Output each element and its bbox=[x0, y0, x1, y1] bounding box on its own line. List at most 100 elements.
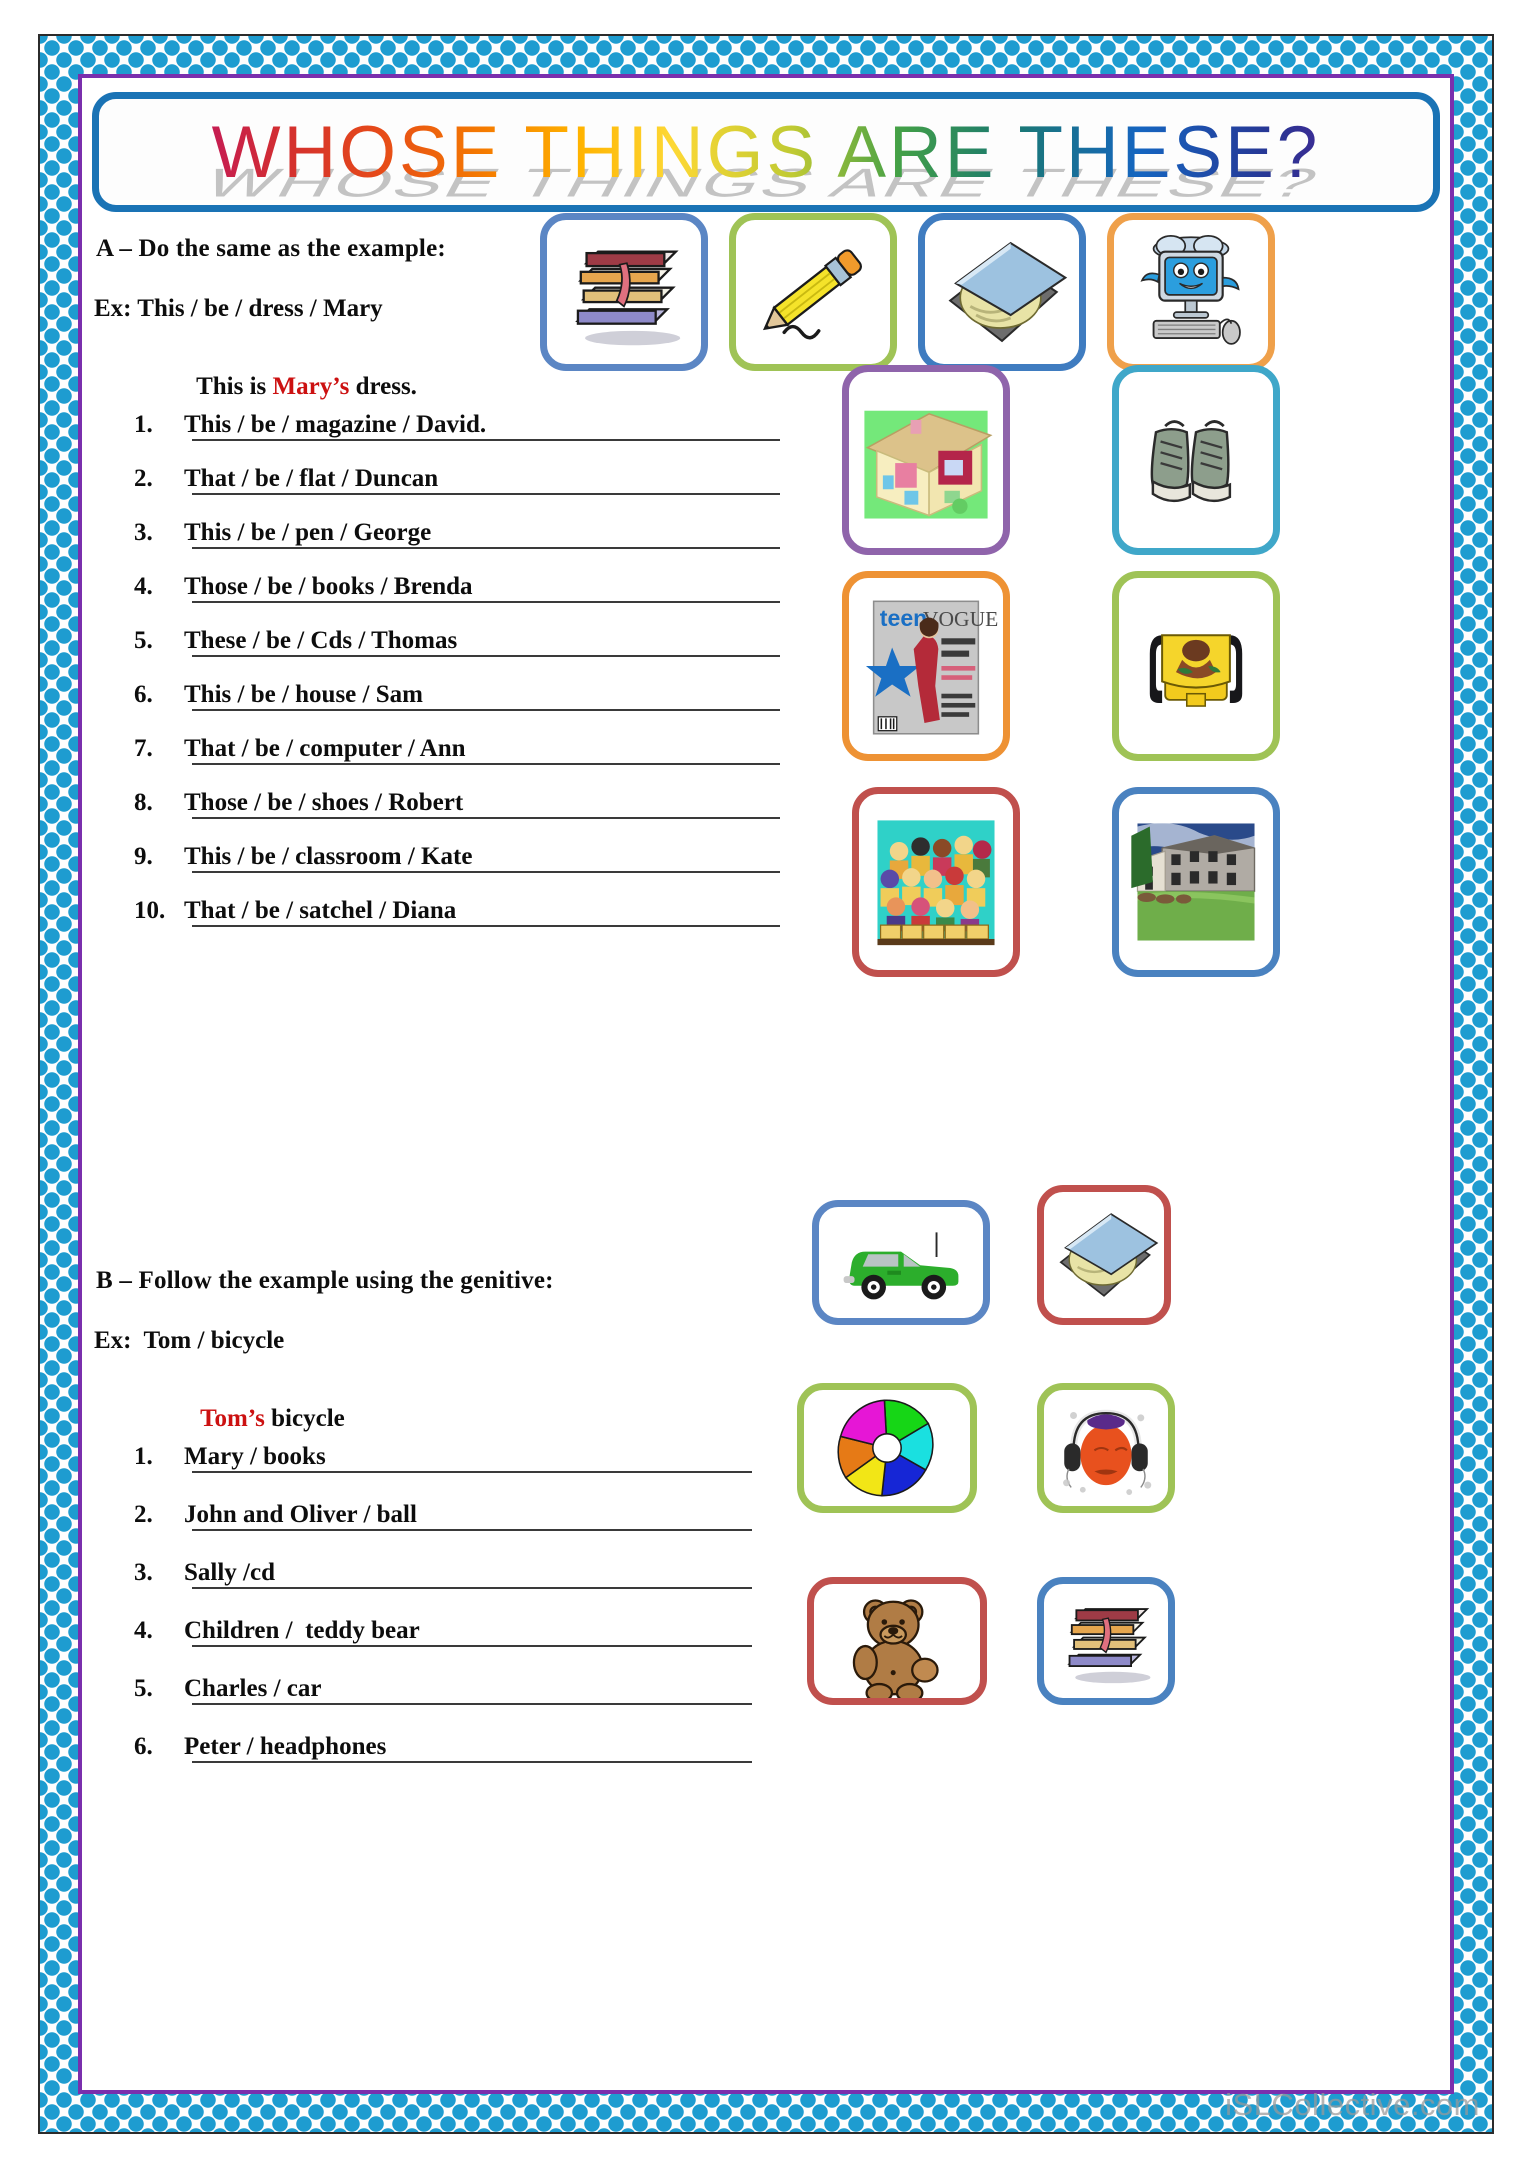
section-a-example-prompt: Ex: This / be / dress / Mary bbox=[94, 295, 383, 322]
answer-line[interactable] bbox=[192, 439, 780, 441]
section-a-heading: A – Do the same as the example: bbox=[96, 235, 446, 262]
toy-house-icon bbox=[864, 410, 993, 519]
question-text: Charles / car bbox=[184, 1675, 322, 1702]
question-row: 10. That / be / satchel / Diana bbox=[134, 897, 754, 925]
question-number: 7. bbox=[134, 735, 153, 762]
question-number: 5. bbox=[134, 1675, 153, 1702]
question-number: 3. bbox=[134, 519, 153, 546]
answer-line[interactable] bbox=[192, 871, 780, 873]
question-item: 9. This / be / classroom / Kate bbox=[134, 843, 780, 873]
question-text: Mary / books bbox=[184, 1443, 326, 1470]
books-icon bbox=[1067, 1608, 1151, 1684]
question-item: 5. Charles / car bbox=[134, 1675, 752, 1705]
flats-icon bbox=[1131, 823, 1256, 941]
picture-card-sneakers bbox=[1112, 365, 1280, 555]
picture-card-books-bottom bbox=[1037, 1577, 1175, 1705]
answer-line[interactable] bbox=[192, 1471, 752, 1473]
question-row: 1. Mary / books bbox=[134, 1443, 734, 1471]
worksheet-page: WHOSE THINGS ARE THESE? WHOSE THINGS ARE… bbox=[0, 0, 1532, 2167]
computer-icon bbox=[1140, 234, 1241, 345]
question-text: This / be / pen / George bbox=[184, 519, 432, 546]
answer-line[interactable] bbox=[192, 925, 780, 927]
headphones-icon bbox=[1063, 1409, 1152, 1495]
question-row: 2. John and Oliver / ball bbox=[134, 1501, 734, 1529]
answer-line[interactable] bbox=[192, 1529, 752, 1531]
question-text: That / be / computer / Ann bbox=[184, 735, 466, 762]
question-text: That / be / satchel / Diana bbox=[184, 897, 457, 924]
question-row: 7. That / be / computer / Ann bbox=[134, 735, 754, 763]
satchel-icon bbox=[1149, 634, 1243, 707]
question-row: 3. Sally /cd bbox=[134, 1559, 734, 1587]
answer-line[interactable] bbox=[192, 817, 780, 819]
answer-line[interactable] bbox=[192, 1645, 752, 1647]
question-row: 8. Those / be / shoes / Robert bbox=[134, 789, 754, 817]
question-number: 10. bbox=[134, 897, 166, 924]
question-row: 1. This / be / magazine / David. bbox=[134, 411, 754, 439]
example-answer-highlight: Mary’s bbox=[272, 373, 350, 400]
picture-card-computer bbox=[1107, 213, 1275, 371]
watermark: iSLCollective.com bbox=[1225, 2087, 1480, 2122]
question-row: 9. This / be / classroom / Kate bbox=[134, 843, 754, 871]
picture-card-cd-drive-top bbox=[918, 213, 1086, 371]
question-number: 6. bbox=[134, 1733, 153, 1760]
answer-line[interactable] bbox=[192, 709, 780, 711]
magazine-icon: teen VOGUE bbox=[865, 600, 998, 735]
question-row: 4. Children / teddy bear bbox=[134, 1617, 734, 1645]
question-text: Sally /cd bbox=[184, 1559, 275, 1586]
question-number: 4. bbox=[134, 1617, 153, 1644]
picture-card-magazine: teen VOGUE bbox=[842, 571, 1010, 761]
sneakers-icon bbox=[1150, 420, 1232, 503]
question-text: This / be / house / Sam bbox=[184, 681, 423, 708]
svg-text:VOGUE: VOGUE bbox=[923, 607, 998, 631]
picture-card-dollhouse bbox=[842, 365, 1010, 555]
question-item: 6. This / be / house / Sam bbox=[134, 681, 780, 711]
answer-line[interactable] bbox=[192, 763, 780, 765]
car-icon bbox=[843, 1232, 959, 1300]
answer-line[interactable] bbox=[192, 1587, 752, 1589]
question-text: Those / be / books / Brenda bbox=[184, 573, 473, 600]
question-item: 6. Peter / headphones bbox=[134, 1733, 752, 1763]
answer-line[interactable] bbox=[192, 1761, 752, 1763]
question-row: 6. This / be / house / Sam bbox=[134, 681, 754, 709]
answer-line[interactable] bbox=[192, 601, 780, 603]
question-item: 4. Children / teddy bear bbox=[134, 1617, 752, 1647]
question-number: 9. bbox=[134, 843, 153, 870]
example-answer-suffix: bicycle bbox=[264, 1405, 345, 1432]
teddy-bear-icon bbox=[852, 1599, 939, 1698]
question-item: 2. John and Oliver / ball bbox=[134, 1501, 752, 1531]
question-number: 3. bbox=[134, 1559, 153, 1586]
question-number: 2. bbox=[134, 1501, 153, 1528]
title-banner: WHOSE THINGS ARE THESE? WHOSE THINGS ARE… bbox=[92, 92, 1440, 212]
question-item: 2. That / be / flat / Duncan bbox=[134, 465, 780, 495]
question-item: 8. Those / be / shoes / Robert bbox=[134, 789, 780, 819]
question-text: John and Oliver / ball bbox=[184, 1501, 417, 1528]
page-title: WHOSE THINGS ARE THESE? bbox=[99, 99, 1433, 205]
question-text: Children / teddy bear bbox=[184, 1617, 420, 1644]
question-number: 5. bbox=[134, 627, 153, 654]
example-answer-highlight: Tom’s bbox=[200, 1405, 265, 1432]
worksheet-content: A – Do the same as the example: Ex: This… bbox=[92, 213, 1440, 2065]
answer-line[interactable] bbox=[192, 547, 780, 549]
question-number: 1. bbox=[134, 1443, 153, 1470]
question-text: This / be / magazine / David. bbox=[184, 411, 487, 438]
answer-line[interactable] bbox=[192, 1703, 752, 1705]
svg-text:teen: teen bbox=[880, 605, 927, 631]
cd-case-icon bbox=[948, 241, 1068, 343]
picture-card-ball bbox=[797, 1383, 977, 1513]
question-text: These / be / Cds / Thomas bbox=[184, 627, 458, 654]
pencil-icon bbox=[762, 249, 862, 340]
question-item: 3. Sally /cd bbox=[134, 1559, 752, 1589]
question-item: 4. Those / be / books / Brenda bbox=[134, 573, 780, 603]
question-number: 2. bbox=[134, 465, 153, 492]
beach-ball-icon bbox=[837, 1399, 934, 1497]
answer-line[interactable] bbox=[192, 655, 780, 657]
picture-card-pencil bbox=[729, 213, 897, 371]
example-answer-suffix: dress. bbox=[349, 373, 417, 400]
answer-line[interactable] bbox=[192, 493, 780, 495]
question-row: 5. Charles / car bbox=[134, 1675, 734, 1703]
picture-card-books-top bbox=[540, 213, 708, 371]
picture-card-classroom bbox=[852, 787, 1020, 977]
question-row: 3. This / be / pen / George bbox=[134, 519, 754, 547]
section-b-question-list: 1. Mary / books 2. John and Oliver / ball 3.… bbox=[134, 1443, 752, 1791]
question-text: Peter / headphones bbox=[184, 1733, 387, 1760]
